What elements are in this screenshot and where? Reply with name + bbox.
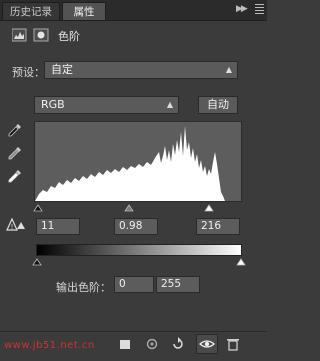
watermark: www.jb51.net.cn [4,340,95,351]
reset-icon[interactable] [170,337,186,355]
tab-history[interactable]: 历史记录 [2,2,60,20]
input-black-field[interactable]: 11 [36,218,80,235]
eyedropper-gray-icon[interactable] [8,146,22,165]
svg-text:!: ! [11,223,14,231]
adjustment-icons [11,28,52,45]
auto-button[interactable]: 自动 [198,96,238,114]
output-black-field[interactable]: 0 [114,276,154,293]
toggle-visibility-button[interactable] [196,334,218,354]
input-white-field[interactable]: 216 [196,218,240,235]
preset-value: 自定 [51,63,73,76]
output-white-field[interactable]: 255 [156,276,200,293]
preset-label: 预设： [12,66,45,79]
clip-to-layer-icon[interactable] [118,337,132,355]
collapse-panel-icon[interactable]: ▶▶ [236,4,248,14]
clip-warning-icon[interactable]: ! [6,217,28,235]
output-levels-label: 输出色阶： [56,281,111,294]
input-white-slider[interactable] [204,202,214,215]
panel-title: 色阶 [58,30,80,43]
output-black-slider[interactable] [32,256,42,269]
chevron-updown-icon: ▲ [225,65,232,74]
input-gamma-field[interactable]: 0.98 [114,218,158,235]
eyedropper-white-icon[interactable] [8,169,22,188]
view-previous-state-icon[interactable] [144,337,160,355]
histogram [34,121,242,202]
channel-value: RGB [41,98,65,111]
preset-dropdown[interactable]: 自定 ▲ [44,61,238,79]
input-black-slider[interactable] [33,202,43,215]
eyedropper-black-icon[interactable] [8,123,22,142]
chevron-updown-icon: ▲ [166,100,173,109]
trash-icon[interactable] [226,337,240,355]
histogram-graph [35,126,225,201]
panel-menu-icon[interactable] [255,4,264,16]
output-gradient-bar [36,244,242,256]
eye-icon [199,340,215,348]
levels-adjustment-icon [11,28,27,42]
tab-properties[interactable]: 属性 [62,2,106,20]
output-white-slider[interactable] [236,256,246,269]
mask-icon [33,28,49,42]
input-gamma-slider[interactable] [124,202,134,215]
channel-dropdown[interactable]: RGB ▲ [34,96,179,114]
